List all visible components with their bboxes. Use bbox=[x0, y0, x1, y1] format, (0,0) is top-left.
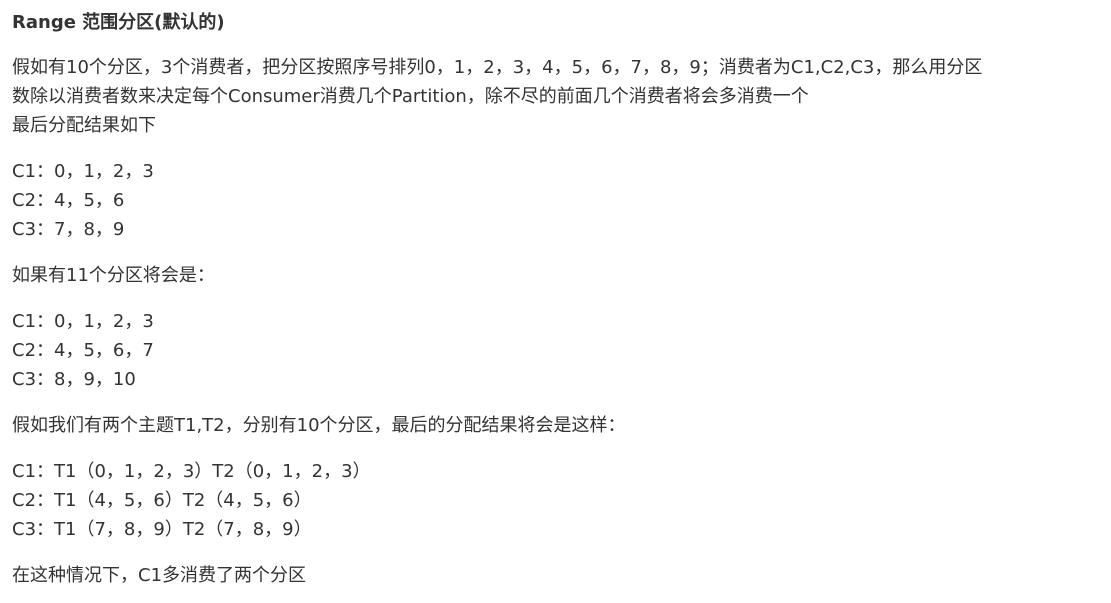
intro-line-2: 数除以消费者数来决定每个Consumer消费几个Partition，除不尽的前面… bbox=[12, 86, 809, 107]
intro-line-3: 最后分配结果如下 bbox=[12, 115, 156, 136]
result-topics-block: C1：T1（0，1，2，3）T2（0，1，2，3） C2：T1（4，5，6）T2… bbox=[12, 457, 1111, 544]
section-heading: Range 范围分区(默认的) bbox=[12, 12, 225, 33]
intro-topics-line: 假如我们有两个主题T1,T2，分别有10个分区，最后的分配结果将会是这样： bbox=[12, 415, 626, 436]
result-11-c3: C3：8，9，10 bbox=[12, 369, 136, 390]
intro-topics-paragraph: 假如我们有两个主题T1,T2，分别有10个分区，最后的分配结果将会是这样： bbox=[12, 411, 1111, 440]
result-11-block: C1：0，1，2，3 C2：4，5，6，7 C3：8，9，10 bbox=[12, 307, 1111, 394]
intro-11-line: 如果有11个分区将会是： bbox=[12, 265, 215, 286]
result-topics-c1: C1：T1（0，1，2，3）T2（0，1，2，3） bbox=[12, 461, 371, 482]
intro-paragraph: 假如有10个分区，3个消费者，把分区按照序号排列0，1，2，3，4，5，6，7，… bbox=[12, 53, 1111, 140]
result-11-c2: C2：4，5，6，7 bbox=[12, 340, 154, 361]
intro-11-paragraph: 如果有11个分区将会是： bbox=[12, 261, 1111, 290]
conclusion-paragraph: 在这种情况下，C1多消费了两个分区 bbox=[12, 561, 1111, 590]
intro-line-1: 假如有10个分区，3个消费者，把分区按照序号排列0，1，2，3，4，5，6，7，… bbox=[12, 57, 983, 78]
result-topics-c3: C3：T1（7，8，9）T2（7，8，9） bbox=[12, 519, 312, 540]
result-10-c1: C1：0，1，2，3 bbox=[12, 161, 154, 182]
conclusion-line: 在这种情况下，C1多消费了两个分区 bbox=[12, 565, 307, 586]
result-10-c2: C2：4，5，6 bbox=[12, 190, 125, 211]
result-10-block: C1：0，1，2，3 C2：4，5，6 C3：7，8，9 bbox=[12, 157, 1111, 244]
article-body: Range 范围分区(默认的) 假如有10个分区，3个消费者，把分区按照序号排列… bbox=[0, 0, 1111, 590]
result-10-c3: C3：7，8，9 bbox=[12, 219, 125, 240]
result-topics-c2: C2：T1（4，5，6）T2（4，5，6） bbox=[12, 490, 312, 511]
result-11-c1: C1：0，1，2，3 bbox=[12, 311, 154, 332]
